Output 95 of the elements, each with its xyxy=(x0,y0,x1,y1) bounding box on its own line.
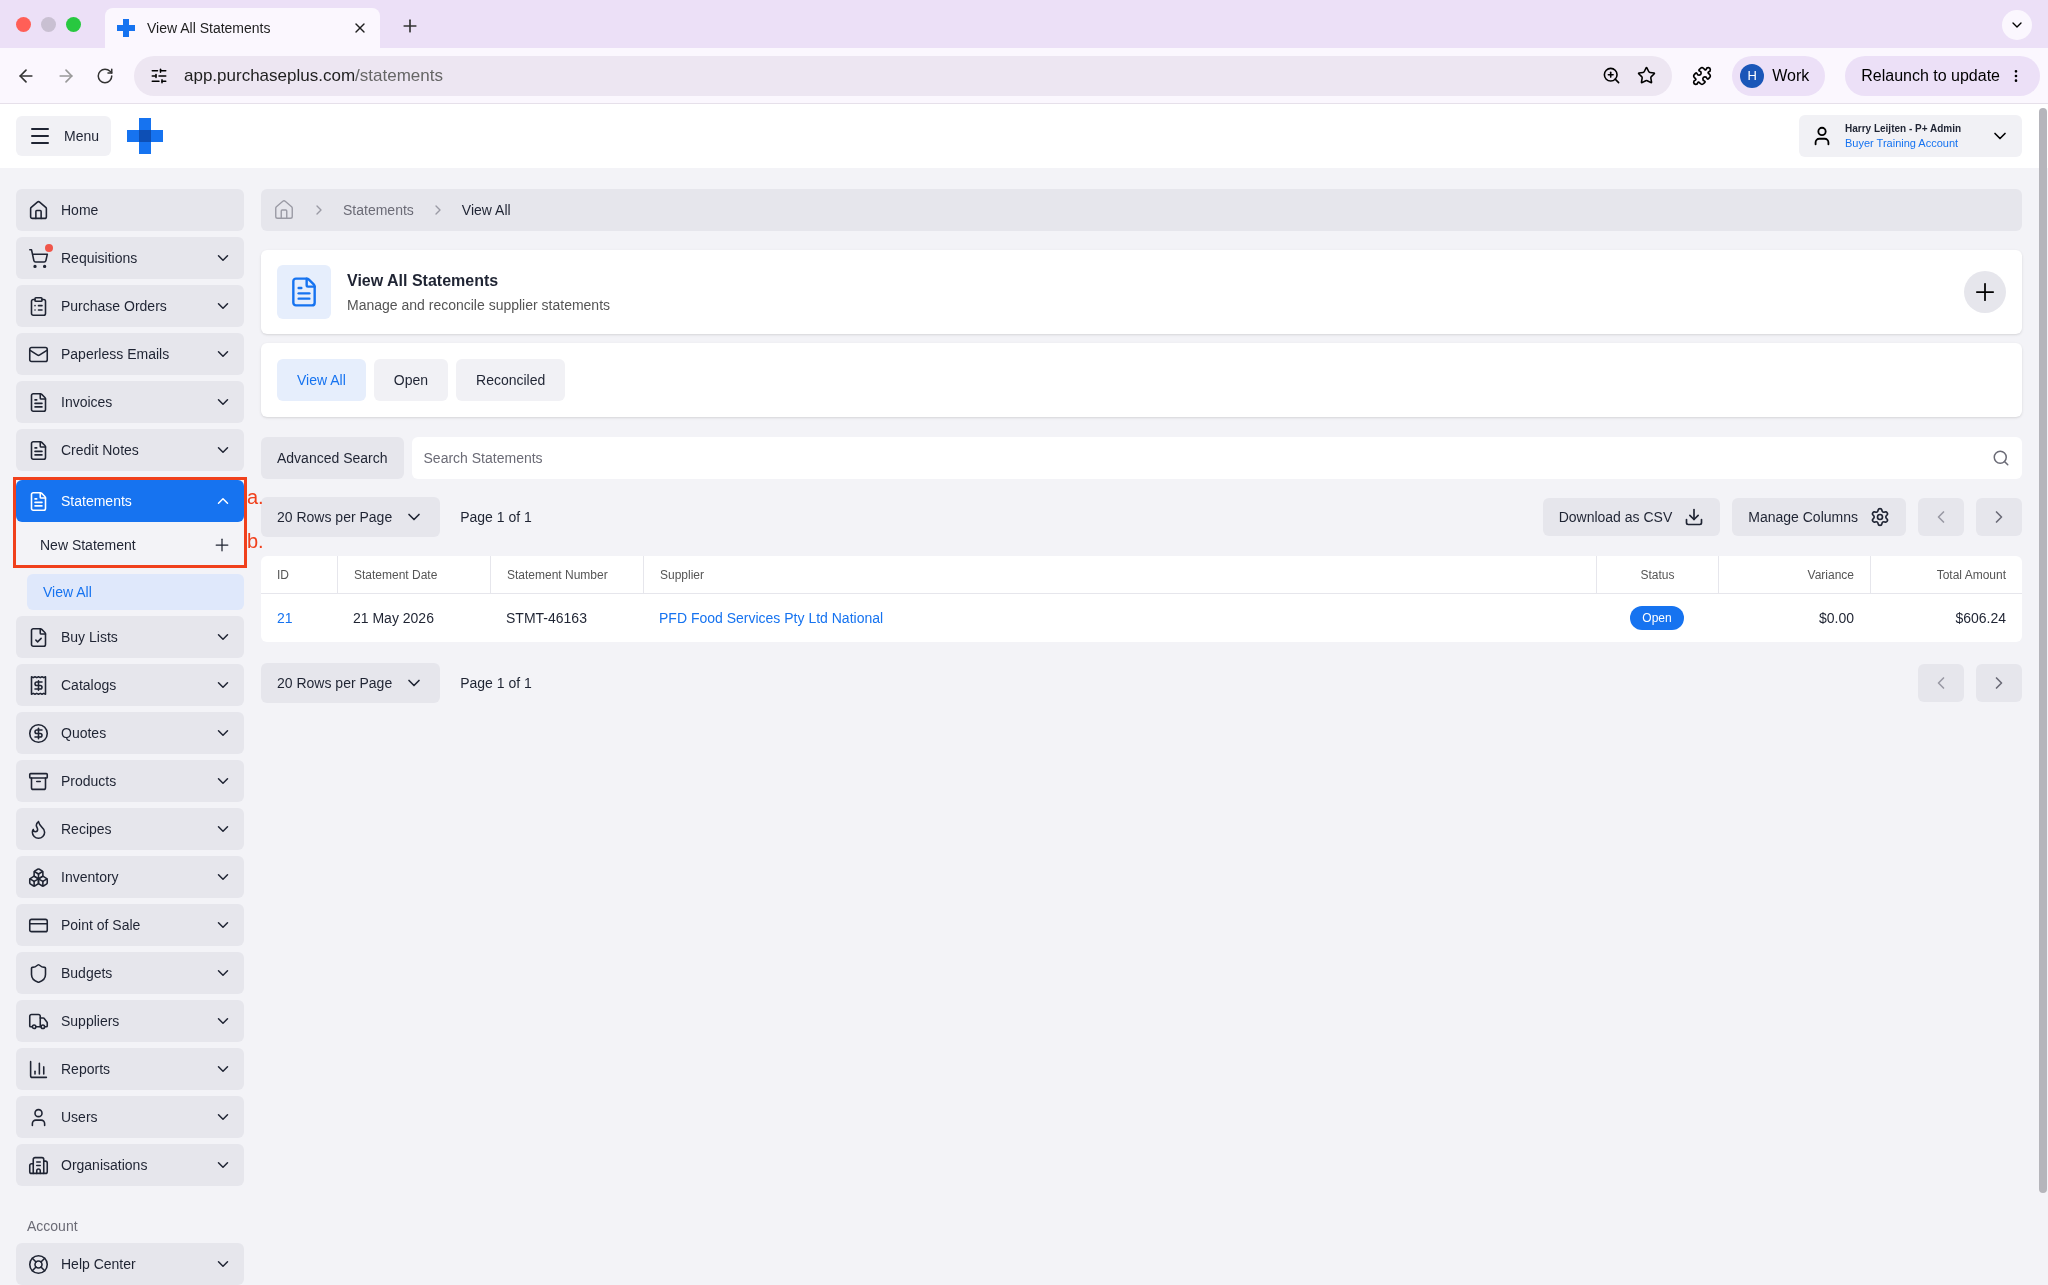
column-header: Supplier xyxy=(660,566,705,584)
user-menu[interactable]: Harry Leijten - P+ Admin Buyer Training Account xyxy=(1799,115,2022,158)
reload-icon[interactable] xyxy=(96,66,114,85)
rows-per-page-select[interactable]: 20 Rows per Page xyxy=(261,663,441,703)
nav-item[interactable]: Users xyxy=(16,1096,244,1138)
nav-item[interactable]: Paperless Emails xyxy=(16,333,244,375)
page-subtitle: Manage and reconcile supplier statements xyxy=(347,295,612,315)
cart-icon xyxy=(28,247,49,269)
logo-icon xyxy=(127,118,164,155)
download-icon xyxy=(1684,507,1705,527)
column-header: Statement Number xyxy=(507,566,608,584)
site-settings-icon xyxy=(150,66,168,85)
document-icon xyxy=(277,265,331,319)
nav-item[interactable]: Organisations xyxy=(16,1144,244,1186)
address-bar[interactable]: app.purchaseplus.com/statements xyxy=(134,55,1673,96)
nav-item[interactable]: Statements xyxy=(16,480,244,522)
annotation-label: b. xyxy=(247,530,264,552)
section-label: Account xyxy=(26,1217,79,1236)
menu-button[interactable]: Menu xyxy=(16,116,112,157)
boxes-icon xyxy=(28,866,49,888)
archive-icon xyxy=(28,770,49,792)
status-badge: Open xyxy=(1630,606,1684,630)
relaunch-button[interactable]: Relaunch to update xyxy=(1845,55,2040,96)
rows-per-page-select[interactable]: 20 Rows per Page xyxy=(261,497,441,537)
bar-chart-icon xyxy=(28,1058,49,1080)
table-cell-text: 21 May 2026 xyxy=(353,608,434,628)
bookmark-star-icon[interactable] xyxy=(1637,66,1657,86)
column-header: ID xyxy=(277,566,289,584)
nav-item[interactable]: Help Center xyxy=(16,1243,244,1285)
user-name: Harry Leijten - P+ Admin xyxy=(1845,122,1963,137)
receipt-icon xyxy=(28,674,49,696)
nav-item[interactable]: Credit Notes xyxy=(16,429,244,471)
table-link[interactable]: PFD Food Services Pty Ltd National xyxy=(659,607,884,629)
profile-name: Work xyxy=(1772,65,1810,86)
document-icon xyxy=(28,490,49,512)
view-all-item[interactable]: View All xyxy=(27,574,244,610)
nav-item[interactable]: Quotes xyxy=(16,712,244,754)
annotation-label: a. xyxy=(247,486,264,508)
account-name: Buyer Training Account xyxy=(1845,136,1960,152)
nav-item[interactable]: Recipes xyxy=(16,808,244,850)
column-header: Variance xyxy=(1807,566,1854,584)
nav-item[interactable]: Point of Sale xyxy=(16,904,244,946)
home-icon xyxy=(28,199,49,221)
url-domain: app.purchaseplus.com xyxy=(184,65,356,85)
table-link[interactable]: 21 xyxy=(277,607,293,629)
nav-item[interactable]: Suppliers xyxy=(16,1000,244,1042)
download-csv-button[interactable]: Download as CSV xyxy=(1542,498,1721,536)
home-icon[interactable] xyxy=(273,199,295,221)
browser-tab[interactable]: View All Statements xyxy=(105,8,380,48)
tab-list-button[interactable] xyxy=(2002,10,2032,40)
extensions-icon[interactable] xyxy=(1692,65,1713,86)
nav-item[interactable]: Inventory xyxy=(16,856,244,898)
document-check-icon xyxy=(28,626,49,648)
profile-avatar: H xyxy=(1740,63,1765,88)
filter-tab[interactable]: Reconciled xyxy=(456,359,566,401)
cross-logo-icon xyxy=(117,19,135,37)
zoom-icon[interactable] xyxy=(1602,66,1622,86)
page-indicator: Page 1 of 1 xyxy=(460,673,532,693)
manage-columns-button[interactable]: Manage Columns xyxy=(1732,498,1906,536)
table-cell-text: $0.00 xyxy=(1818,608,1854,628)
column-header: Total Amount xyxy=(1936,566,2006,584)
nav-item[interactable]: Budgets xyxy=(16,952,244,994)
add-button[interactable] xyxy=(1964,271,2006,313)
page-title: View All Statements xyxy=(347,270,500,291)
nav-item[interactable]: Invoices xyxy=(16,381,244,423)
nav-item[interactable]: Catalogs xyxy=(16,664,244,706)
nav-item[interactable]: Home xyxy=(16,189,244,231)
search-field[interactable]: Search Statements xyxy=(411,437,2022,479)
clipboard-icon xyxy=(28,295,49,317)
shield-icon xyxy=(28,962,49,984)
page-indicator: Page 1 of 1 xyxy=(460,507,532,527)
nav-item[interactable]: Reports xyxy=(16,1048,244,1090)
filter-tab[interactable]: Open xyxy=(373,359,449,401)
table-cell-text: STMT-46163 xyxy=(506,608,587,628)
document-icon xyxy=(28,439,49,461)
document-icon xyxy=(28,391,49,413)
filter-tab[interactable]: View All xyxy=(277,359,366,401)
advanced-search-button[interactable]: Advanced Search xyxy=(261,437,404,479)
column-header: Statement Date xyxy=(354,566,438,584)
settings-icon xyxy=(1870,507,1890,527)
nav-item[interactable]: Purchase Orders xyxy=(16,285,244,327)
nav-item[interactable]: Products xyxy=(16,760,244,802)
column-header: Status xyxy=(1640,566,1675,584)
nav-item[interactable]: Requisitions xyxy=(16,237,244,279)
profile-chip[interactable]: H Work xyxy=(1732,55,1826,96)
nav-item[interactable]: Buy Lists xyxy=(16,616,244,658)
breadcrumb-link[interactable]: Statements xyxy=(343,199,414,221)
table-cell-text: $606.24 xyxy=(1955,608,2006,628)
lifebuoy-icon xyxy=(28,1253,49,1275)
breadcrumb-link[interactable]: View All xyxy=(461,199,511,221)
search-icon xyxy=(1992,449,2010,467)
scrollbar-thumb[interactable] xyxy=(2039,108,2047,1193)
dollar-circle-icon xyxy=(28,722,49,744)
url-path: /statements xyxy=(355,65,443,85)
building-icon xyxy=(28,1154,49,1176)
